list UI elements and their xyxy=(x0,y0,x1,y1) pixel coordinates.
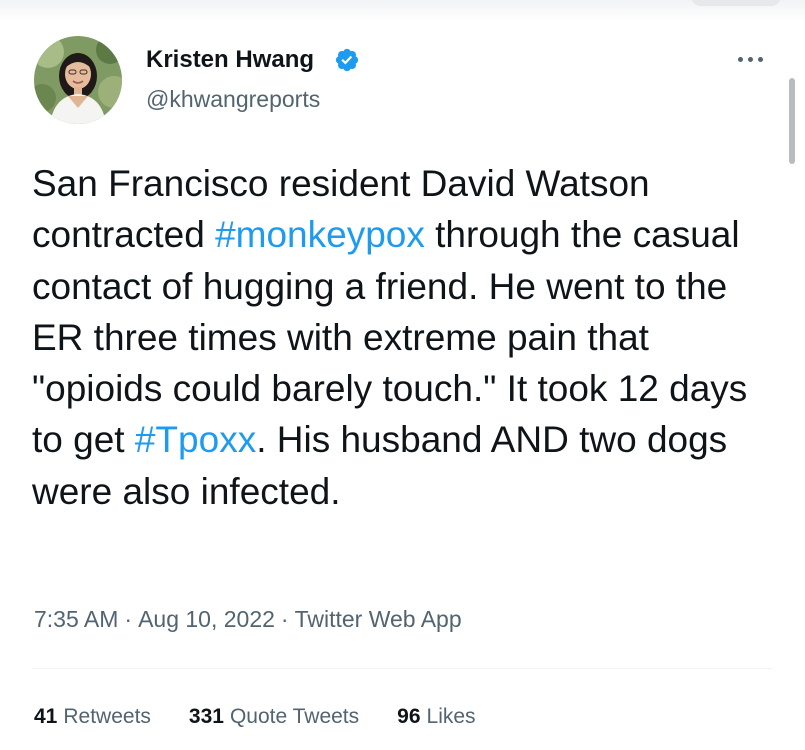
retweets-label: Retweets xyxy=(63,705,151,728)
quote-tweets-label: Quote Tweets xyxy=(229,705,360,728)
tweet-meta: 7:35 AM · Aug 10, 2022 · Twitter Web App xyxy=(34,606,462,633)
meta-separator: · xyxy=(280,606,289,632)
retweets-count: 41 xyxy=(34,705,58,728)
likes-label: Likes xyxy=(426,705,476,728)
tweet-text: San Francisco resident David Watson cont… xyxy=(32,158,772,517)
top-fade xyxy=(0,0,805,22)
display-name[interactable]: Kristen Hwang xyxy=(146,46,314,74)
likes-count: 96 xyxy=(397,705,421,728)
divider xyxy=(32,668,772,669)
meta-separator: · xyxy=(124,606,133,632)
handle[interactable]: @khwangreports xyxy=(146,86,320,113)
verified-badge-icon xyxy=(335,48,359,72)
retweets-stat[interactable]: 41 Retweets xyxy=(34,705,151,729)
avatar[interactable] xyxy=(34,36,122,124)
more-dot xyxy=(748,56,753,62)
quote-tweets-count: 331 xyxy=(188,705,224,728)
quote-tweets-stat[interactable]: 331 Quote Tweets xyxy=(189,705,359,729)
tweet-time[interactable]: 7:35 AM xyxy=(34,606,118,632)
likes-stat[interactable]: 96 Likes xyxy=(397,705,475,729)
tweet-source[interactable]: Twitter Web App xyxy=(295,606,462,632)
more-dot xyxy=(738,56,743,62)
more-options-icon[interactable] xyxy=(738,52,772,66)
top-pill xyxy=(691,0,781,6)
hashtag-link-monkeypox[interactable]: #monkeypox xyxy=(215,214,425,255)
scrollbar[interactable] xyxy=(789,78,795,164)
more-dot xyxy=(758,56,763,62)
avatar-photo xyxy=(34,36,122,124)
tweet-date[interactable]: Aug 10, 2022 xyxy=(138,606,275,632)
hashtag-link-tpoxx[interactable]: #Tpoxx xyxy=(135,419,256,460)
tweet-stats: 41 Retweets 331 Quote Tweets 96 Likes xyxy=(34,705,476,729)
